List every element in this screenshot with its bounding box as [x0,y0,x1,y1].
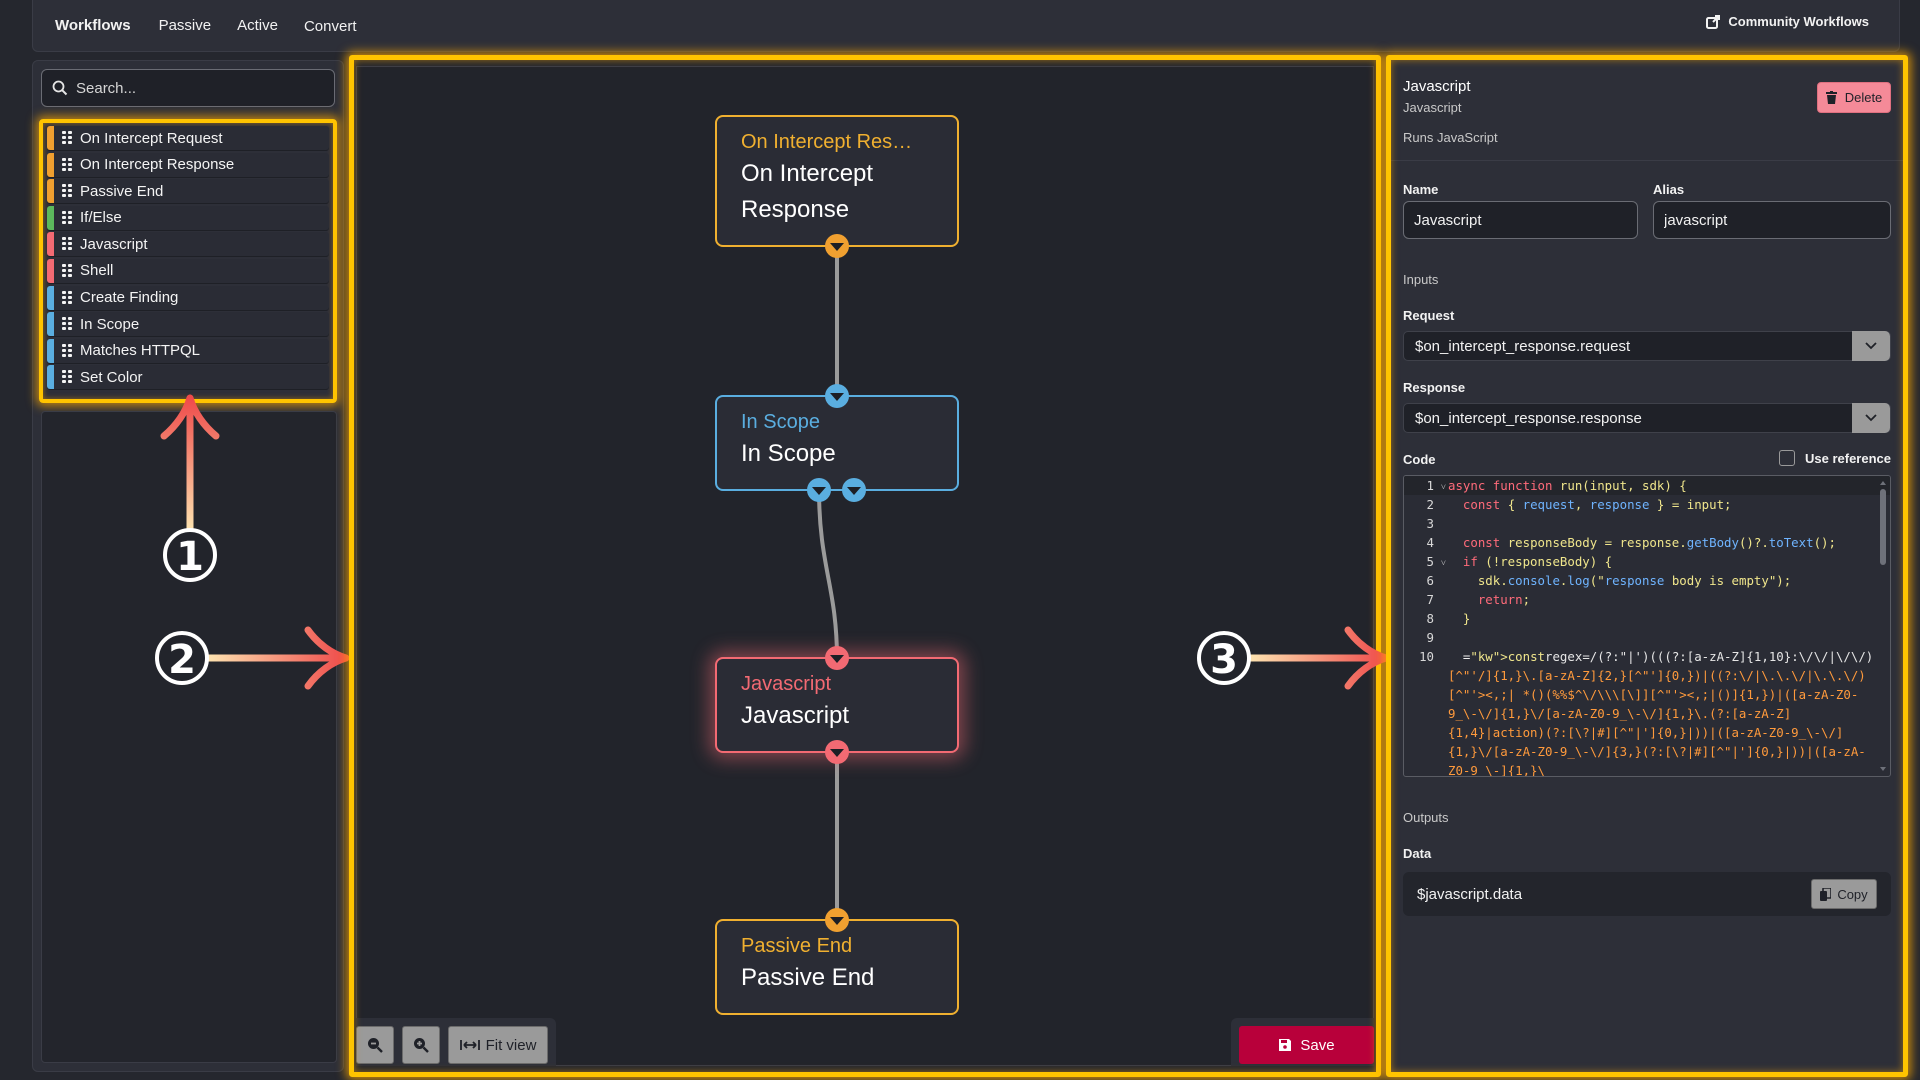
drag-handle-icon[interactable] [62,290,72,305]
node-library-item-label: On Intercept Request [80,129,223,147]
node-library-item[interactable]: Matches HTTPQL [47,338,329,363]
drag-handle-icon[interactable] [62,343,72,358]
drag-handle-icon[interactable] [62,317,72,331]
node-library-item-label: Matches HTTPQL [80,342,201,360]
annotation-2: 2 [155,626,350,690]
drag-handle-icon[interactable] [62,263,72,278]
node-library-item-label: Shell [80,262,114,280]
annotation-number: 2 [168,637,196,683]
drag-handle-icon[interactable] [62,210,72,225]
external-link-icon [1706,14,1721,29]
drag-handle-icon[interactable] [62,184,72,198]
arrow-right-icon [204,626,350,690]
drag-handle-icon[interactable] [62,237,72,251]
tab-active[interactable]: Active [237,17,278,34]
node-library-item-label: Passive End [80,182,164,200]
drag-handle-icon[interactable] [62,157,72,172]
drag-handle-icon[interactable] [62,370,72,384]
top-bar: Workflows Passive Active Convert Communi… [32,0,1900,52]
node-library-item[interactable]: If/Else [47,205,329,230]
node-library-item-label: Set Color [80,368,143,386]
tab-passive[interactable]: Passive [159,17,212,34]
node-library-item[interactable]: In Scope [47,312,329,337]
node-library-item[interactable]: Create Finding [47,285,329,310]
annotation-1: 1 [160,394,220,582]
tab-convert[interactable]: Convert [304,18,357,35]
tab-workflows[interactable]: Workflows [55,17,131,34]
annotation-highlight-canvas [349,55,1381,1077]
community-workflows-link[interactable]: Community Workflows [1706,14,1869,29]
app-root: Workflows Passive Active Convert Communi… [0,0,1920,1080]
arrow-right-icon [1246,626,1390,690]
search-icon [52,80,68,96]
node-library-item-label: Create Finding [80,289,179,307]
node-library-item-label: Javascript [80,235,148,253]
node-library-item[interactable]: On Intercept Response [47,152,329,177]
node-library-item-label: If/Else [80,209,122,227]
search-box[interactable] [41,69,335,107]
node-library-item[interactable]: Passive End [47,179,329,204]
search-input[interactable] [76,79,316,97]
annotation-highlight-details [1386,55,1908,1077]
node-library-item[interactable]: Javascript [47,232,329,257]
node-library-item[interactable]: Set Color [47,365,329,390]
node-library-item[interactable]: Shell [47,258,329,283]
drag-handle-icon[interactable] [62,131,72,145]
arrow-up-icon [160,394,220,534]
node-library-item-label: In Scope [80,315,140,333]
community-workflows-label: Community Workflows [1728,14,1869,29]
annotation-number: 1 [176,534,204,580]
node-library-item-label: On Intercept Response [80,156,235,174]
node-library-item[interactable]: On Intercept Request [47,126,329,150]
annotation-number: 3 [1210,637,1238,683]
annotation-3: 3 [1197,626,1390,690]
node-list: On Intercept Request On Intercept Respons… [39,119,337,403]
